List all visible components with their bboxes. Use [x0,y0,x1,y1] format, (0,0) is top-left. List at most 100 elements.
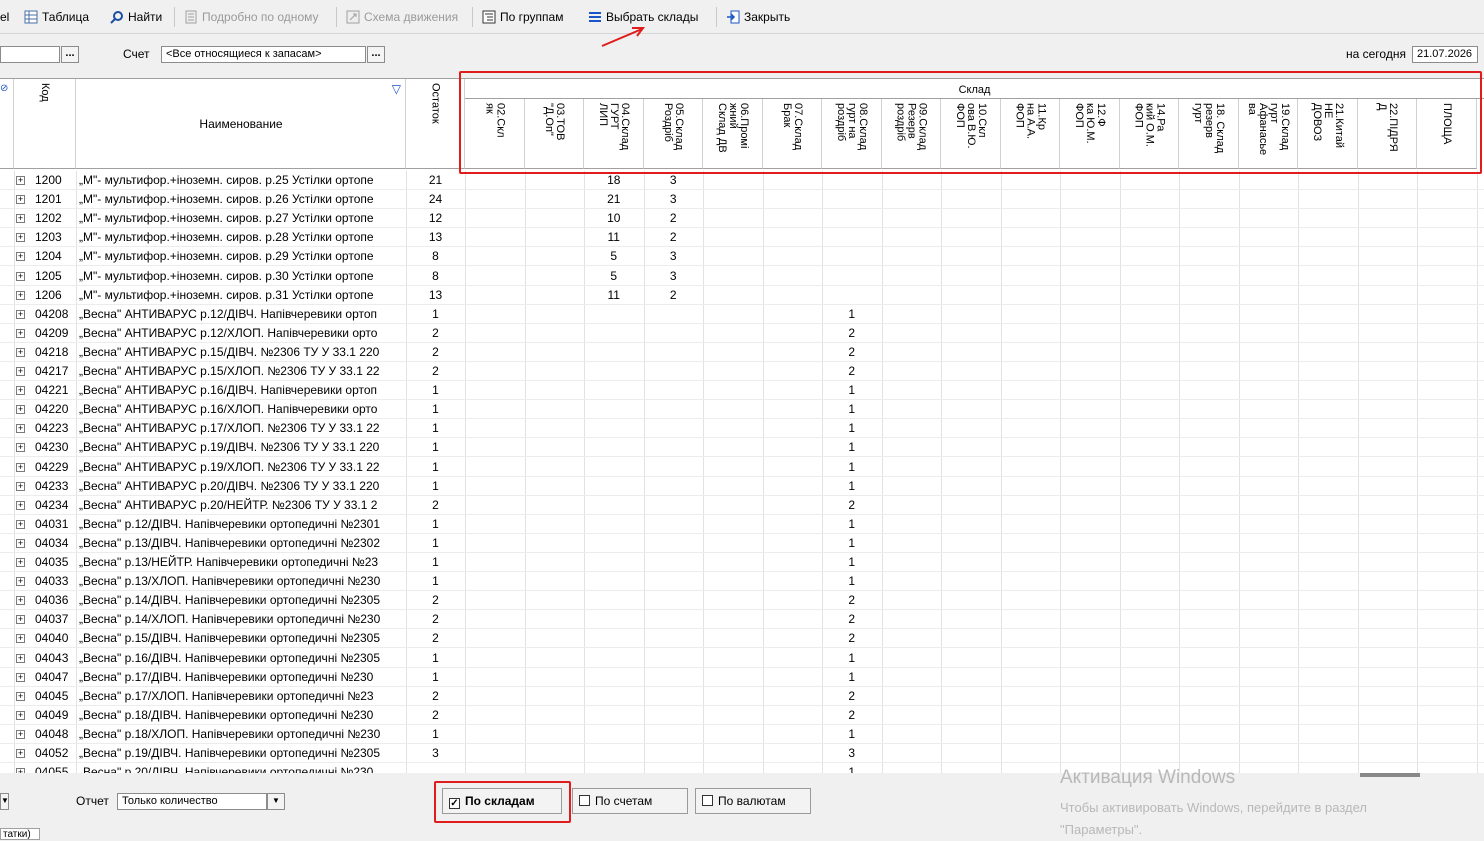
cell-warehouse-04 [584,553,644,572]
report-dropdown-icon[interactable]: ▼ [267,793,285,810]
cell-name: „Весна" АНТИВАРУС р.20/ДІВЧ. №2306 ТУ У … [79,478,380,493]
expand-row-icon[interactable]: + [16,729,25,739]
left-filter-dots-button[interactable]: ... [61,46,79,63]
expand-row-icon[interactable]: + [16,443,25,453]
horizontal-scrollbar-thumb[interactable] [1360,773,1420,777]
toolbar-cut-item[interactable]: el [0,8,9,26]
table-row[interactable]: +04234 „Весна" АНТИВАРУС р.20/НЕЙТР. №230… [0,496,1484,515]
cell-code: 1203 [35,230,62,245]
close-icon [727,10,740,24]
table-row[interactable]: +04031 „Весна" р.12/ДІВЧ. Напівчеревики о… [0,515,1484,534]
cell-warehouse-08: 1 [848,440,856,455]
expand-row-icon[interactable]: + [16,481,25,491]
sort-filter-icon[interactable]: ▽ [392,82,401,96]
table-row[interactable]: +1206 „М"- мультифор.+іноземн. сиров. р.3… [0,286,1484,305]
cell-warehouse-04 [584,458,644,477]
expand-row-icon[interactable]: + [16,328,25,338]
left-filter-field[interactable] [0,46,60,63]
report-label: Отчет [76,794,109,808]
header-code[interactable]: Код [14,79,76,169]
expand-row-icon[interactable]: + [16,710,25,720]
expand-row-icon[interactable]: + [16,500,25,510]
table-row[interactable]: +04040 „Весна" р.15/ДІВЧ. Напівчеревики о… [0,629,1484,649]
expand-row-icon[interactable]: + [16,577,25,587]
expand-row-icon[interactable]: + [16,405,25,415]
cell-warehouse-05 [644,400,704,419]
cell-warehouse-08: 1 [848,478,856,493]
expand-row-icon[interactable]: + [16,672,25,682]
table-row[interactable]: +1201 „М"- мультифор.+іноземн. сиров. р.2… [0,190,1484,210]
expand-row-icon[interactable]: + [16,233,25,243]
expand-row-icon[interactable]: + [16,176,25,185]
table-row[interactable]: +04047 „Весна" р.17/ДІВЧ. Напівчеревики о… [0,668,1484,687]
by-currencies-checkbox[interactable]: По валютам [695,788,811,814]
table-row[interactable]: +04048 „Весна" р.18/ХЛОП. Напівчеревики о… [0,725,1484,744]
table-row[interactable]: +04049 „Весна" р.18/ДІВЧ. Напівчеревики о… [0,706,1484,725]
find-button[interactable]: Найти [110,8,162,26]
table-button[interactable]: Таблица [24,8,89,26]
expand-row-icon[interactable]: + [16,538,25,548]
table-row[interactable]: +04209 „Весна" АНТИВАРУС р.12/ХЛОП. Напів… [0,324,1484,343]
date-field[interactable]: 21.07.2026 [1412,46,1478,63]
expand-row-icon[interactable]: + [16,596,25,606]
header-name[interactable]: Наименование ▽ [76,79,406,169]
table-row[interactable]: +04037 „Весна" р.14/ХЛОП. Напівчеревики о… [0,610,1484,630]
expand-row-icon[interactable]: + [16,309,25,319]
expand-row-icon[interactable]: + [16,691,25,701]
groups-button[interactable]: По группам [482,8,563,26]
expand-row-icon[interactable]: + [16,558,25,567]
by-accounts-label: По счетам [595,794,653,808]
table-row[interactable]: +1203 „М"- мультифор.+іноземн. сиров. р.2… [0,228,1484,248]
flow-button[interactable]: Схема движения [346,8,458,26]
table-row[interactable]: +1205 „М"- мультифор.+іноземн. сиров. р.3… [0,267,1484,286]
expand-row-icon[interactable]: + [16,424,25,434]
expand-row-icon[interactable]: + [16,347,25,357]
table-row[interactable]: +04034 „Весна" р.13/ДІВЧ. Напівчеревики о… [0,534,1484,553]
report-select[interactable]: Только количество [117,793,267,810]
cell-warehouse-08: 1 [848,669,856,684]
bottom-tab[interactable]: татки) [0,828,40,840]
activation-watermark-title: Активация Windows [1060,767,1236,788]
table-row[interactable]: +04233 „Весна" АНТИВАРУС р.20/ДІВЧ. №2306… [0,477,1484,496]
expand-row-icon[interactable]: + [16,519,25,529]
table-row[interactable]: +04217 „Весна" АНТИВАРУС р.15/ХЛОП. №2306… [0,362,1484,381]
expand-row-icon[interactable]: + [16,386,25,396]
expand-row-icon[interactable]: + [16,252,25,262]
table-row[interactable]: +04052 „Весна" р.19/ДІВЧ. Напівчеревики о… [0,744,1484,763]
table-row[interactable]: +1204 „М"- мультифор.+іноземн. сиров. р.2… [0,247,1484,267]
expand-row-icon[interactable]: + [16,653,25,663]
cell-warehouse-08 [822,286,882,305]
table-row[interactable]: +04208 „Весна" АНТИВАРУС р.12/ДІВЧ. Напів… [0,305,1484,324]
table-row[interactable]: +04230 „Весна" АНТИВАРУС р.19/ДІВЧ. №2306… [0,438,1484,458]
table-row[interactable]: +04045 „Весна" р.17/ХЛОП. Напівчеревики о… [0,687,1484,706]
expand-row-icon[interactable]: + [16,271,25,281]
table-row[interactable]: +04221 „Весна" АНТИВАРУС р.16/ДІВЧ. Напів… [0,381,1484,401]
table-row[interactable]: +1202 „М"- мультифор.+іноземн. сиров. р.2… [0,209,1484,229]
table-row[interactable]: +04035 „Весна" р.13/НЕЙТР. Напівчеревики … [0,553,1484,572]
table-row[interactable]: +04223 „Весна" АНТИВАРУС р.17/ХЛОП. №2306… [0,419,1484,439]
left-dropdown-icon[interactable]: ▼ [0,793,9,810]
table-row[interactable]: +04036 „Весна" р.14/ДІВЧ. Напівчеревики о… [0,591,1484,611]
detail-button[interactable]: Подробно по одному [184,8,319,26]
table-row[interactable]: +04229 „Весна" АНТИВАРУС р.19/ХЛОП. №2306… [0,458,1484,477]
table-row[interactable]: +04220 „Весна" АНТИВАРУС р.16/ХЛОП. Напів… [0,400,1484,420]
account-dots-button[interactable]: ... [367,46,385,63]
account-field[interactable]: <Все относящиеся к запасам> [161,46,366,63]
expand-row-icon[interactable]: + [16,749,25,758]
table-row[interactable]: +04218 „Весна" АНТИВАРУС р.15/ДІВЧ. №2306… [0,343,1484,362]
by-accounts-checkbox[interactable]: По счетам [572,788,688,814]
cell-warehouse-04 [584,400,644,419]
expand-row-icon[interactable]: + [16,290,25,300]
expand-row-icon[interactable]: + [16,615,25,625]
header-rest[interactable]: Остаток [406,79,465,169]
cell-warehouse-04 [584,324,644,343]
table-row[interactable]: +04033 „Весна" р.13/ХЛОП. Напівчеревики о… [0,572,1484,592]
expand-row-icon[interactable]: + [16,634,25,644]
close-button[interactable]: Закрыть [726,8,790,26]
expand-row-icon[interactable]: + [16,214,25,224]
expand-row-icon[interactable]: + [16,367,25,376]
table-row[interactable]: +04043 „Весна" р.16/ДІВЧ. Напівчеревики о… [0,649,1484,668]
expand-row-icon[interactable]: + [16,462,25,472]
activation-watermark-line1: Чтобы активировать Windows, перейдите в … [1060,800,1367,815]
expand-row-icon[interactable]: + [16,195,25,205]
